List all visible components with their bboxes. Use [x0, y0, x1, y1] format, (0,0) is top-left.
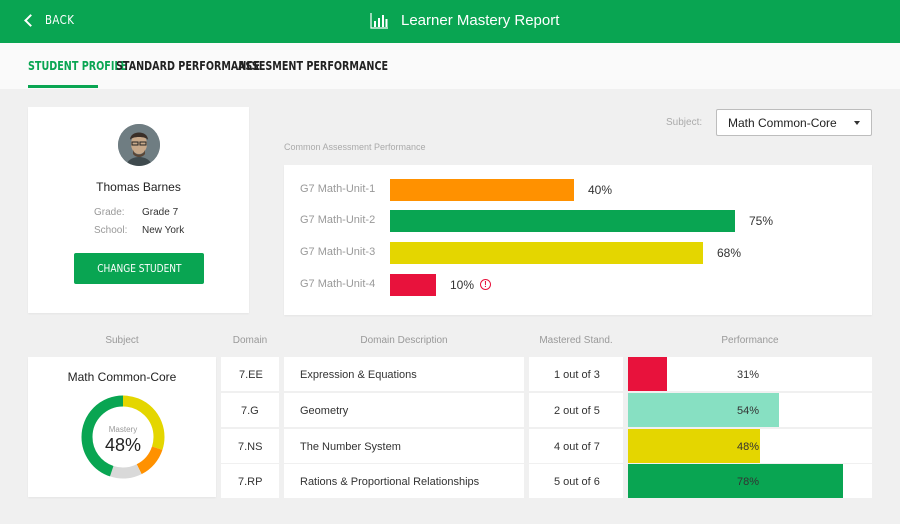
domain-cell: 7.EE	[221, 357, 279, 391]
performance-bar	[628, 464, 843, 498]
school-label: School:	[94, 225, 128, 236]
assessment-label: G7 Math-Unit-1	[300, 183, 376, 195]
assessment-bar	[390, 274, 436, 296]
description-cell: Expression & Equations	[284, 357, 524, 391]
mastery-card: Math Common-Core Mastery 48%	[28, 357, 216, 497]
mastered-cell: 2 out of 5	[529, 393, 623, 427]
performance-cell: 48%	[628, 429, 872, 463]
back-label: BACK	[45, 13, 75, 27]
warning-icon[interactable]: !	[480, 279, 491, 290]
assessment-section-title: Common Assessment Performance	[284, 142, 426, 152]
performance-value: 31%	[737, 369, 760, 381]
school-value: New York	[142, 225, 185, 236]
assessment-label: G7 Math-Unit-4	[300, 278, 376, 290]
assessment-label: G7 Math-Unit-2	[300, 214, 376, 226]
performance-cell: 54%	[628, 393, 872, 427]
assessment-value: 10%	[450, 278, 475, 292]
performance-value: 54%	[737, 405, 760, 417]
caret-down-icon	[854, 121, 860, 125]
back-button[interactable]: BACK	[24, 13, 79, 27]
col-header-description: Domain Description	[360, 335, 448, 346]
subject-filter-label: Subject:	[666, 117, 703, 128]
description-cell: Rations & Proportional Relationships	[284, 464, 524, 498]
description-cell: Geometry	[284, 393, 524, 427]
app-header: BACK Learner Mastery Report	[0, 0, 900, 43]
active-tab-indicator	[28, 85, 98, 88]
chevron-left-icon	[24, 14, 37, 27]
domain-cell: 7.G	[221, 393, 279, 427]
subject-select[interactable]: Math Common-Core	[716, 109, 872, 136]
header-title-group: Learner Mastery Report	[370, 12, 559, 29]
change-student-label: CHANGE STUDENT	[96, 262, 182, 275]
performance-cell: 78%	[628, 464, 872, 498]
mastery-label: Mastery	[108, 425, 138, 434]
performance-bar	[628, 357, 668, 391]
col-header-mastered: Mastered Stand.	[539, 335, 613, 346]
domain-cell: 7.NS	[221, 429, 279, 463]
mastery-subject: Math Common-Core	[67, 370, 177, 384]
assessment-chart-card: G7 Math-Unit-1 40% G7 Math-Unit-2 75% G7…	[284, 165, 872, 315]
tab-bar: STUDENT PROFILE STANDARD PERFORMANCE ASS…	[0, 43, 900, 89]
mastery-value: 48%	[104, 435, 142, 455]
col-header-performance: Performance	[721, 335, 779, 346]
grade-value: Grade 7	[142, 207, 179, 218]
col-header-domain: Domain	[232, 335, 268, 346]
grade-label: Grade:	[94, 207, 125, 218]
bar-chart-icon	[370, 13, 388, 29]
tab-assessment-performance[interactable]: ASSESMENT PERFORMANCE	[238, 59, 388, 73]
assessment-value: 40%	[588, 183, 613, 197]
mastered-cell: 1 out of 3	[529, 357, 623, 391]
performance-value: 48%	[737, 441, 760, 453]
tab-student-profile[interactable]: STUDENT PROFILE	[28, 59, 127, 73]
performance-cell: 31%	[628, 357, 872, 391]
student-profile-card: Thomas Barnes Grade: Grade 7 School: New…	[28, 107, 249, 313]
assessment-label: G7 Math-Unit-3	[300, 246, 376, 258]
student-photo	[118, 124, 160, 166]
description-cell: The Number System	[284, 429, 524, 463]
assessment-bar	[390, 179, 574, 201]
assessment-value: 68%	[717, 246, 742, 260]
assessment-bar	[390, 242, 703, 264]
mastered-cell: 4 out of 7	[529, 429, 623, 463]
subject-select-value: Math Common-Core	[728, 116, 837, 130]
col-header-subject: Subject	[105, 335, 139, 346]
avatar	[118, 124, 160, 166]
assessment-value: 75%	[749, 214, 774, 228]
page-title: Learner Mastery Report	[401, 12, 560, 29]
student-name: Thomas Barnes	[96, 180, 181, 194]
assessment-bar	[390, 210, 735, 232]
performance-value: 78%	[737, 476, 760, 488]
change-student-button[interactable]: CHANGE STUDENT	[74, 253, 204, 284]
domain-cell: 7.RP	[221, 464, 279, 498]
mastered-cell: 5 out of 6	[529, 464, 623, 498]
